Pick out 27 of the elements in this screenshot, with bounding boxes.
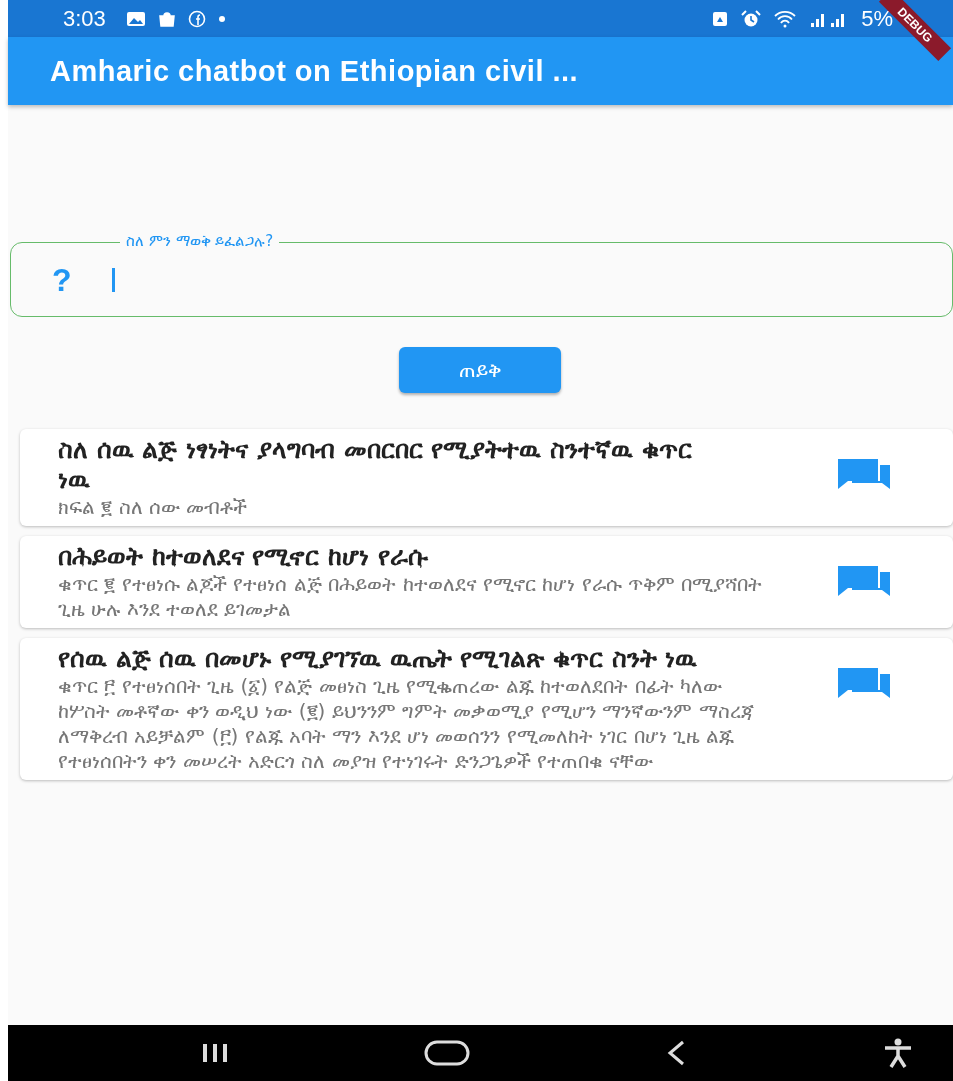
chat-icon (838, 459, 890, 489)
accessibility-icon (883, 1038, 913, 1068)
chat-icon (838, 668, 890, 698)
recent-apps-icon (200, 1042, 230, 1064)
question-mark-prefix: ? (52, 261, 72, 299)
lock-icon (711, 9, 730, 28)
result-text: ክፍል ፪ ስለ ሰው መብቶች (58, 495, 249, 520)
dot-icon (217, 14, 226, 23)
image-icon (125, 10, 146, 27)
result-text: ቁጥር ፫ የተፀነሰበት ጊዜ (፩) የልጅ መፀነስ ጊዜ የሚቈጠረው ልጁ ከተወለደበት በፊት ካለው ከሦስት መቶኛው ቀን ወዲህ ነው (፪) ይህንንም ግምት መቃወሚያ የሚሆን ማንኛውንም ማስረጃ ለማቅረብ አይቻልም (፫) የልጁ አባት ማን እንደ ሆነ መወሰንን የሚመለከት ነገር በሆነ ጊዜ ልጁ የተፀነሰበትን ቀን መሠረት አድርጎ ስለ መያዝ የተነገሩት ድንጋጌዎች የተጠበቁ ናቸው (58, 674, 755, 774)
result-card[interactable]: በሕይወት ከተወለደና የሚኖር ከሆነ የራሱ ቁጥር ፪ የተፀነሱ ልጆች የተፀነሰ ልጅ በሕይወት ከተወለደና የሚኖር ከሆነ የራሱ ጥቅም በሚያሻበት ጊዜ ሁሉ እንደ ተወለደ ይገመታል (20, 536, 953, 628)
app-title: Amharic chatbot on Ethiopian civil ... (50, 54, 579, 88)
bag-icon (157, 10, 176, 27)
result-card[interactable] (20, 638, 953, 780)
result-title: የሰዉ ልጅ ሰዉ በመሆኑ የሚያገኘዉ ዉጤት የሚገልጽ ቁጥር ስንት ነዉ (58, 644, 698, 674)
wifi-icon (773, 9, 798, 28)
alarm-icon (741, 9, 762, 28)
result-title: በሕይወት ከተወለደና የሚኖር ከሆነ የራሱ (58, 542, 429, 572)
result-title: ስለ ሰዉ ልጅ ነፃነትና ያላግባብ መበርበር የሚያትተዉ ስንተኛዉ ቁጥር ነዉ (58, 435, 693, 495)
result-text: ቁጥር ፪ የተፀነሱ ልጆች የተፀነሰ ልጅ በሕይወት ከተወለደና የሚኖር ከሆነ የራሱ ጥቅም በሚያሻበት ጊዜ ሁሉ እንደ ተወለደ ይገመታል (58, 572, 764, 622)
chat-icon (838, 566, 890, 596)
text-cursor (111, 268, 115, 292)
clock-time: 3:03 (63, 5, 106, 32)
result-card[interactable]: ስለ ሰዉ ልጅ ነፃነትና ያላግባብ መበርበር የሚያትተዉ ስንተኛዉ ቁጥር ነዉ ክፍል ፪ ስለ ሰው መብቶች (20, 429, 953, 526)
home-icon (424, 1040, 471, 1066)
facebook-icon (187, 9, 206, 28)
field-label: ስለ ምን ማወቅ ይፈልጋሉ? (120, 231, 280, 251)
